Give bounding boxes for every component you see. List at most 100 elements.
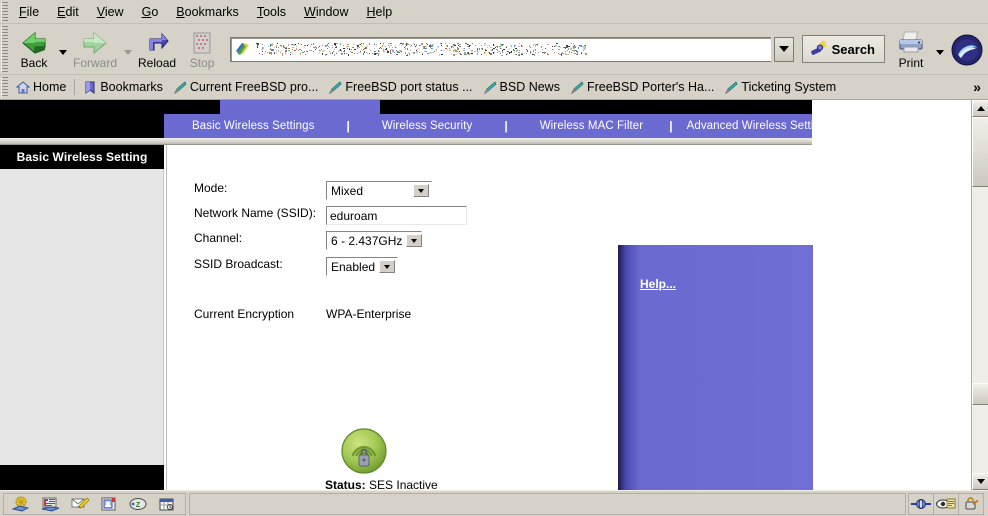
bookmark-icon bbox=[570, 81, 584, 94]
stop-button[interactable]: Stop bbox=[180, 26, 224, 72]
bookmark-home[interactable]: Home bbox=[11, 79, 71, 95]
toolbar-grip[interactable] bbox=[1, 26, 8, 72]
bookmark-bsd-news-label: BSD News bbox=[500, 80, 560, 94]
help-panel-gradient: Help... bbox=[618, 245, 813, 490]
url-bar[interactable] bbox=[230, 37, 771, 62]
bookmark-bookmarks-folder[interactable]: Bookmarks bbox=[78, 79, 168, 95]
back-arrow-icon bbox=[20, 30, 48, 56]
security-lock-icon[interactable] bbox=[958, 493, 984, 515]
menu-bar: File Edit View Go Bookmarks Tools Window… bbox=[0, 0, 988, 24]
bookmark-icon bbox=[724, 81, 738, 94]
reload-button[interactable]: Reload bbox=[134, 26, 180, 72]
nav-separator: | bbox=[346, 119, 349, 133]
field-row-channel: Channel: bbox=[194, 231, 326, 245]
back-history-dropdown[interactable] bbox=[56, 26, 69, 72]
addressbook-icon[interactable] bbox=[99, 496, 119, 512]
channel-select[interactable]: 6 - 2.437GHz bbox=[326, 231, 422, 250]
ssid-label: Network Name (SSID): bbox=[194, 206, 326, 220]
channel-label: Channel: bbox=[194, 231, 326, 245]
forward-history-dropdown[interactable] bbox=[121, 26, 134, 72]
current-encryption-label: Current Encryption bbox=[194, 307, 294, 321]
reload-label: Reload bbox=[138, 57, 176, 69]
forward-label: Forward bbox=[73, 57, 117, 69]
mode-select[interactable]: Mixed bbox=[326, 181, 432, 200]
back-button[interactable]: Back bbox=[12, 26, 56, 72]
menu-file[interactable]: File bbox=[10, 3, 48, 21]
forward-button[interactable]: Forward bbox=[69, 26, 121, 72]
help-link[interactable]: Help... bbox=[640, 277, 676, 291]
ses-status-value: SES Inactive bbox=[369, 478, 438, 490]
mozilla-logo-button[interactable] bbox=[946, 26, 988, 72]
chevron-down-icon[interactable] bbox=[413, 184, 429, 197]
search-label: Search bbox=[832, 42, 875, 57]
bookmark-freebsd-port-status[interactable]: FreeBSD port status ... bbox=[323, 79, 477, 95]
settings-form: Mode: Mixed Network Name (SSID): eduroam… bbox=[166, 145, 618, 490]
printer-icon bbox=[896, 30, 926, 56]
chevron-down-icon[interactable] bbox=[379, 260, 395, 273]
stop-icon bbox=[189, 30, 215, 56]
menu-bookmarks[interactable]: Bookmarks bbox=[167, 3, 248, 21]
mode-label: Mode: bbox=[194, 181, 326, 195]
print-button[interactable]: Print bbox=[889, 26, 933, 72]
menu-help[interactable]: Help bbox=[357, 3, 401, 21]
bookmark-freebsd-porters-handbook[interactable]: FreeBSD Porter's Ha... bbox=[565, 79, 719, 95]
network-status-icon[interactable] bbox=[908, 493, 934, 515]
ses-status-label: Status: bbox=[325, 478, 366, 490]
scrollbar-thumb[interactable] bbox=[972, 117, 988, 187]
bookmark-bsd-news[interactable]: BSD News bbox=[478, 79, 565, 95]
search-icon bbox=[809, 40, 828, 59]
nav-tab-wireless-security[interactable]: Wireless Security bbox=[376, 120, 479, 132]
search-button[interactable]: Search bbox=[802, 35, 885, 63]
scrollbar-track[interactable] bbox=[972, 117, 988, 473]
bookmark-home-label: Home bbox=[33, 80, 66, 94]
browser-icon[interactable] bbox=[12, 496, 32, 512]
ssid-broadcast-label: SSID Broadcast: bbox=[194, 257, 326, 271]
reload-icon bbox=[143, 30, 171, 56]
menu-go[interactable]: Go bbox=[133, 3, 168, 21]
menu-window[interactable]: Window bbox=[295, 3, 357, 21]
menu-edit[interactable]: Edit bbox=[48, 3, 88, 21]
bookmarks-grip[interactable] bbox=[1, 77, 8, 98]
ssid-input[interactable]: eduroam bbox=[326, 206, 467, 225]
chevron-down-icon[interactable] bbox=[406, 234, 422, 247]
nav-tab-advanced-wireless-settings[interactable]: Advanced Wireless Settings bbox=[681, 120, 839, 132]
browser-window: File Edit View Go Bookmarks Tools Window… bbox=[0, 0, 988, 516]
url-text-redacted[interactable] bbox=[256, 42, 767, 57]
menubar-grip[interactable] bbox=[1, 2, 8, 22]
nav-tab-basic-wireless-settings[interactable]: Basic Wireless Settings bbox=[186, 120, 320, 132]
bookmark-ticketing-system-label: Ticketing System bbox=[741, 80, 836, 94]
cookie-icon[interactable] bbox=[933, 493, 959, 515]
bookmarks-overflow-button[interactable]: » bbox=[966, 79, 988, 95]
nav-underline-bevel bbox=[0, 138, 812, 145]
mode-select-value: Mixed bbox=[327, 182, 413, 199]
mail-icon[interactable] bbox=[70, 496, 90, 512]
scroll-up-button[interactable] bbox=[972, 100, 988, 117]
ssid-broadcast-select[interactable]: Enabled bbox=[326, 257, 398, 276]
menu-tools[interactable]: Tools bbox=[248, 3, 295, 21]
svg-text:Z: Z bbox=[136, 502, 141, 509]
forward-arrow-icon bbox=[81, 30, 109, 56]
sidebar-body bbox=[0, 169, 164, 465]
sidebar-footer bbox=[0, 465, 164, 490]
calendar-icon[interactable] bbox=[157, 496, 177, 512]
ses-status-icon[interactable] bbox=[340, 427, 388, 475]
irc-chat-icon[interactable]: Z bbox=[128, 496, 148, 512]
back-label: Back bbox=[21, 57, 48, 69]
composer-icon[interactable] bbox=[41, 496, 61, 512]
bookmarks-toolbar: Home Bookmarks Current FreeBSD pro... bbox=[0, 75, 988, 100]
active-tab-nub bbox=[220, 100, 380, 114]
print-dropdown[interactable] bbox=[933, 26, 946, 72]
bookmark-icon bbox=[328, 81, 342, 94]
menu-view[interactable]: View bbox=[88, 3, 133, 21]
menu-file-rest: ile bbox=[27, 5, 40, 19]
mozilla-dino-icon bbox=[950, 33, 984, 67]
nav-tab-wireless-mac-filter[interactable]: Wireless MAC Filter bbox=[534, 120, 650, 132]
bookmark-ticketing-system[interactable]: Ticketing System bbox=[719, 79, 841, 95]
url-history-dropdown[interactable] bbox=[774, 37, 794, 62]
status-right-icons bbox=[909, 493, 984, 515]
scroll-down-button[interactable] bbox=[972, 473, 988, 490]
router-admin-page: Basic Wireless Settings | Wireless Secur… bbox=[0, 100, 971, 490]
vertical-scrollbar[interactable] bbox=[971, 100, 988, 490]
scrollbar-thumb-lower[interactable] bbox=[972, 383, 988, 405]
bookmark-current-freebsd-pro[interactable]: Current FreeBSD pro... bbox=[168, 79, 324, 95]
